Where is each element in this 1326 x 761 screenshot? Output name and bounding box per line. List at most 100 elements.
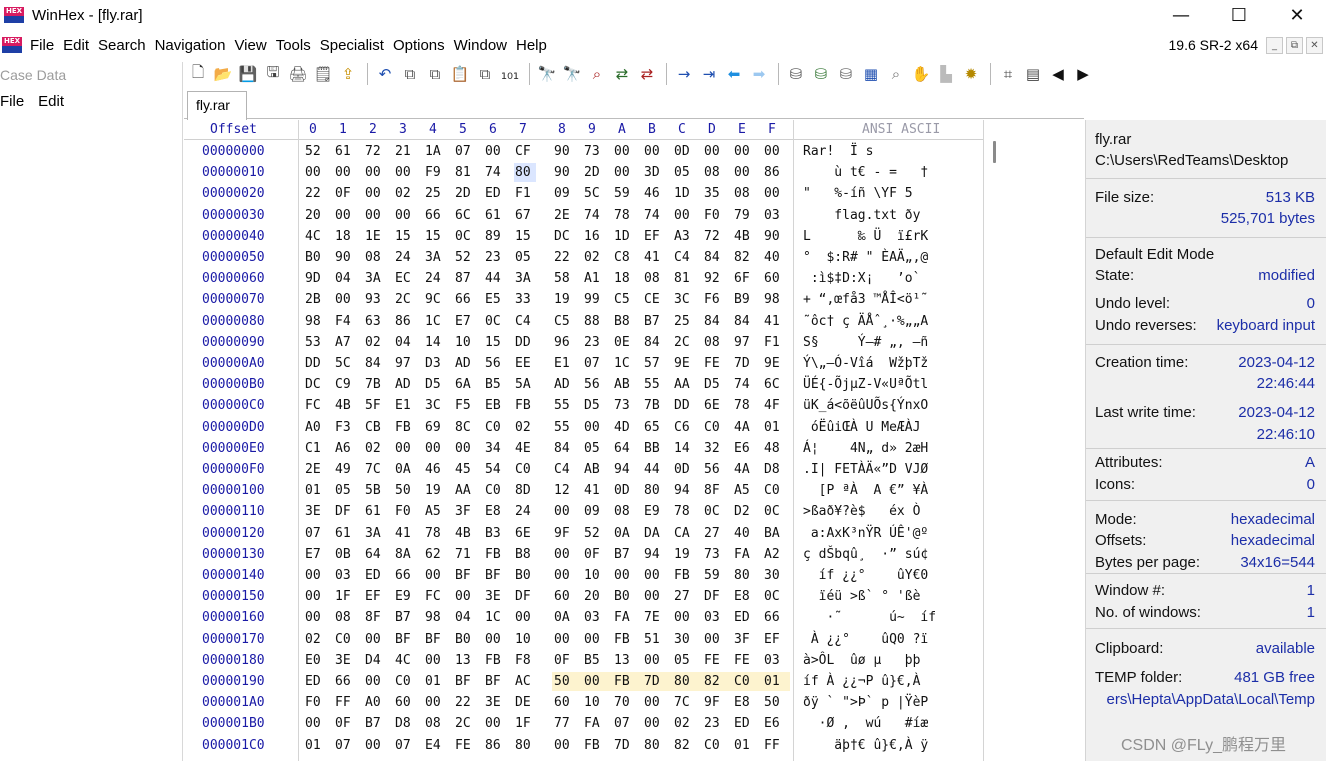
hex-byte[interactable]: 4C (395, 653, 411, 668)
hex-byte[interactable]: 2E (554, 208, 570, 223)
hex-byte[interactable]: ED (485, 186, 501, 201)
hex-byte[interactable]: FB (395, 420, 411, 435)
hex-byte[interactable]: 41 (584, 483, 600, 498)
hex-byte[interactable]: FB (614, 674, 630, 689)
hex-byte[interactable]: FB (485, 653, 501, 668)
hex-byte[interactable]: CB (365, 420, 381, 435)
vertical-scrollbar-thumb[interactable] (993, 141, 996, 163)
hex-byte[interactable]: FF (335, 695, 351, 710)
hex-byte[interactable]: 61 (335, 144, 351, 159)
hex-byte[interactable]: 98 (305, 314, 321, 329)
ascii-text[interactable]: ïéü >ß` ° 'ßè (803, 589, 921, 604)
hex-byte[interactable]: D5 (584, 398, 600, 413)
hex-byte[interactable]: 2C (395, 292, 411, 307)
hex-byte[interactable]: 97 (395, 356, 411, 371)
ascii-text[interactable]: ·˜ ú~ íf (803, 610, 936, 625)
hex-byte[interactable]: BF (425, 632, 441, 647)
hex-byte[interactable]: 66 (455, 292, 471, 307)
hex-byte[interactable]: 66 (764, 610, 780, 625)
ascii-text[interactable]: óËûiŒÀ U MeÆÀJ (803, 420, 921, 435)
hex-byte[interactable]: FB (614, 632, 630, 647)
hex-byte[interactable]: DD (305, 356, 321, 371)
case-menu-edit[interactable]: Edit (38, 93, 64, 110)
settings-icon[interactable]: ✹ (961, 64, 981, 84)
ram-icon[interactable]: ▦ (861, 64, 881, 84)
hex-byte[interactable]: 3C (425, 398, 441, 413)
hex-byte[interactable]: FE (704, 356, 720, 371)
hex-byte[interactable]: C0 (734, 674, 750, 689)
copy-icon[interactable]: ⧉ (400, 64, 420, 84)
disk-icon[interactable]: ⛁ (786, 64, 806, 84)
hex-byte[interactable]: 07 (395, 738, 411, 753)
replace-hex-icon[interactable]: ⇄ (637, 64, 657, 84)
hex-byte[interactable]: 46 (644, 186, 660, 201)
ascii-text[interactable]: Rar! Ï s (803, 144, 873, 159)
hex-byte[interactable]: B8 (515, 547, 531, 562)
hex-byte[interactable]: 49 (335, 462, 351, 477)
calculator-icon[interactable]: ⌗ (998, 64, 1018, 84)
hex-byte[interactable]: 74 (644, 208, 660, 223)
ascii-text[interactable]: íf À ¿¿¬P û}€‚À (803, 674, 920, 689)
hand-icon[interactable]: ✋ (911, 64, 931, 84)
hex-byte[interactable]: 4C (305, 229, 321, 244)
hex-byte[interactable]: B7 (395, 610, 411, 625)
hex-byte[interactable]: 01 (305, 483, 321, 498)
hex-byte[interactable]: EE (515, 356, 531, 371)
hex-byte[interactable]: 82 (704, 674, 720, 689)
hex-byte[interactable]: 27 (704, 526, 720, 541)
hex-byte[interactable]: 46 (425, 462, 441, 477)
hex-byte[interactable]: 5C (335, 356, 351, 371)
hex-byte[interactable]: 74 (485, 165, 501, 180)
hex-byte[interactable]: 1C (614, 356, 630, 371)
hex-byte[interactable]: 9D (305, 271, 321, 286)
menu-help[interactable]: Help (516, 37, 555, 54)
hex-byte[interactable]: 01 (425, 674, 441, 689)
find-hex-icon[interactable]: 🔭 (562, 64, 582, 84)
hex-byte[interactable]: 52 (455, 250, 471, 265)
hex-byte[interactable]: E5 (485, 292, 501, 307)
hex-byte[interactable]: 86 (485, 738, 501, 753)
hex-byte[interactable]: 58 (554, 271, 570, 286)
hex-byte[interactable]: 1E (365, 229, 381, 244)
hex-byte[interactable]: 08 (644, 271, 660, 286)
hex-byte[interactable]: EF (365, 589, 381, 604)
hex-byte[interactable]: 66 (335, 674, 351, 689)
hex-byte[interactable]: 94 (614, 462, 630, 477)
cut-icon[interactable]: ⧉ (425, 64, 445, 84)
hex-byte[interactable]: C0 (704, 420, 720, 435)
hex-byte[interactable]: C4 (515, 314, 531, 329)
hex-byte[interactable]: 30 (764, 568, 780, 583)
hex-byte[interactable]: 65 (644, 420, 660, 435)
hex-byte[interactable]: 3F (455, 504, 471, 519)
hex-byte[interactable]: 4A (734, 420, 750, 435)
hex-byte[interactable]: 45 (455, 462, 471, 477)
hex-byte[interactable]: 33 (515, 292, 531, 307)
hex-byte[interactable]: 98 (764, 292, 780, 307)
hex-byte[interactable]: 00 (614, 144, 630, 159)
hex-byte[interactable]: 61 (335, 526, 351, 541)
hex-byte[interactable]: 1C (425, 314, 441, 329)
hex-byte[interactable]: B3 (485, 526, 501, 541)
hex-byte[interactable]: 02 (365, 441, 381, 456)
hex-byte[interactable]: 25 (425, 186, 441, 201)
hex-byte[interactable]: 69 (425, 420, 441, 435)
hex-byte[interactable]: B0 (515, 568, 531, 583)
hex-byte[interactable]: 64 (365, 547, 381, 562)
hex-byte[interactable]: 3C (674, 292, 690, 307)
hex-byte[interactable]: E6 (734, 441, 750, 456)
ascii-text[interactable]: à>ÔL ûø µ þþ (803, 653, 920, 668)
hex-byte[interactable]: 73 (614, 398, 630, 413)
hex-byte[interactable]: 51 (644, 632, 660, 647)
hex-byte[interactable]: 1F (335, 589, 351, 604)
hex-byte[interactable]: 0F (584, 547, 600, 562)
hex-byte[interactable]: 21 (395, 144, 411, 159)
hex-byte[interactable]: 3E (485, 695, 501, 710)
hex-byte[interactable]: E4 (425, 738, 441, 753)
hex-byte[interactable]: AA (674, 377, 690, 392)
hex-byte[interactable]: DC (554, 229, 570, 244)
paste-icon[interactable]: 📋 (450, 64, 470, 84)
hex-byte[interactable]: E6 (764, 716, 780, 731)
hex-byte[interactable]: DD (674, 398, 690, 413)
hex-byte[interactable]: 00 (485, 144, 501, 159)
hex-byte[interactable]: 0C (485, 314, 501, 329)
